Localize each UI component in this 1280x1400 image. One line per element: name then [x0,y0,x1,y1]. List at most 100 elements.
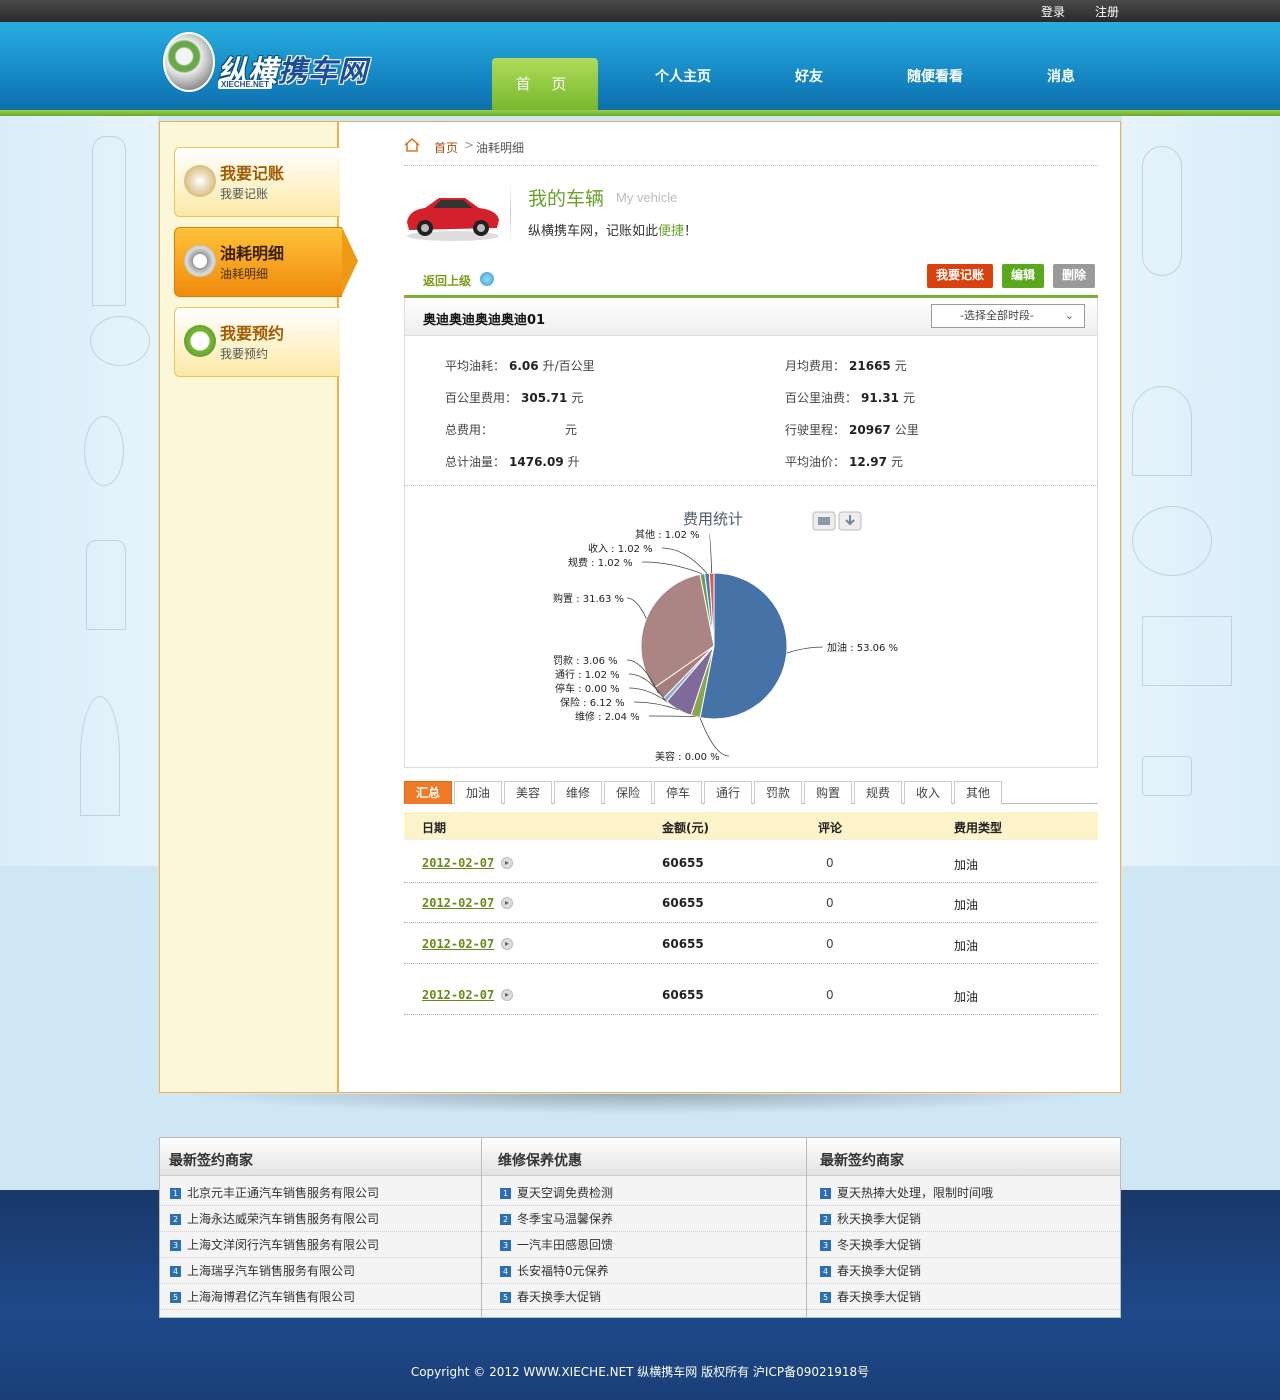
pie-label: 停车 : 0.00 % [555,682,620,695]
stat-label: 总费用： [445,423,494,437]
nav-browse[interactable]: 随便看看 [907,66,963,86]
footer-link[interactable]: 5 春天换季大促销 [482,1284,806,1310]
stat-label: 平均油耗： [445,359,506,373]
footer-link[interactable]: 2 秋天换季大促销 [807,1206,1120,1232]
pie-label: 维修 : 2.04 % [575,710,640,723]
tab-7[interactable]: 罚款 [754,781,802,804]
sidebar-item-fuel-detail[interactable]: 油耗明细 油耗明细 [174,227,342,297]
row-type: 加油 [954,898,979,912]
phonebooth-doodle-icon [86,540,126,630]
logo-icon[interactable] [163,32,215,92]
footer-link[interactable]: 2 冬季宝马温馨保养 [482,1206,806,1232]
slogan-text: 纵横携车网，记账如此 [528,224,659,239]
footer-link[interactable]: 5 上海海博君亿汽车销售有限公司 [160,1284,481,1310]
tab-0[interactable]: 汇总 [404,781,452,804]
row-comments: 0 [826,856,834,870]
add-record-button[interactable]: 我要记账 [927,264,993,288]
footer-link-text: 上海瑞孚汽车销售服务有限公司 [187,1264,356,1278]
pie-label-connector [661,547,708,574]
footer-link[interactable]: 5 春天换季大促销 [807,1284,1120,1310]
chevron-down-icon: ⌄ [1064,309,1074,322]
footer-link[interactable]: 2 上海永达威荣汽车销售服务有限公司 [160,1206,481,1232]
tab-4[interactable]: 保险 [604,781,652,804]
tab-9[interactable]: 规费 [854,781,902,804]
edit-button[interactable]: 编辑 [1002,264,1044,288]
nav-personal[interactable]: 个人主页 [655,66,711,86]
row-date-link[interactable]: 2012-02-07 [422,896,494,910]
row-date-link[interactable]: 2012-02-07 [422,937,494,951]
pie-label-connector [708,533,713,574]
play-arrow-icon[interactable]: ▸ [501,938,513,950]
row-type: 加油 [954,939,979,953]
play-arrow-icon[interactable]: ▸ [501,897,513,909]
download-icon[interactable] [838,511,862,531]
register-link[interactable]: 注册 [1095,3,1119,20]
footer-link[interactable]: 4 上海瑞孚汽车销售服务有限公司 [160,1258,481,1284]
pie-label: 其他 : 1.02 % [635,528,700,541]
footer-link[interactable]: 4 春天换季大促销 [807,1258,1120,1284]
tab-1[interactable]: 加油 [454,781,502,804]
stat-unit: 元 [890,455,903,469]
nav-home[interactable]: 首 页 [492,58,598,110]
stat-unit: 公里 [894,423,919,437]
pie-label: 加油 : 53.06 % [827,641,898,654]
footer-link-text: 北京元丰正通汽车销售服务有限公司 [187,1186,380,1200]
rocket-doodle-icon [1142,146,1182,276]
stat-label: 行驶里程： [785,423,846,437]
speech-bubble-icon [90,316,150,366]
sidebar-item-appointment[interactable]: 我要预约 我要预约 [174,307,340,377]
clock-icon [184,325,216,357]
panel-shadow [180,1094,1100,1114]
umbrella-girl-doodle-icon [80,696,120,816]
login-link[interactable]: 登录 [1041,3,1065,20]
footer-link[interactable]: 3 冬天换季大促销 [807,1232,1120,1258]
footer-link[interactable]: 1 夏天空调免费检测 [482,1180,806,1206]
breadcrumb-home[interactable]: 首页 [434,139,458,156]
footer-link-text: 上海永达威荣汽车销售服务有限公司 [187,1212,380,1226]
arrow-up-icon[interactable] [480,272,494,286]
sidebar-item-title: 我要预约 [220,324,285,343]
footer-link[interactable]: 4 长安福特0元保养 [482,1258,806,1284]
tab-8[interactable]: 购置 [804,781,852,804]
home-icon[interactable] [404,138,420,152]
tab-2[interactable]: 美容 [504,781,552,804]
vehicle-divider [510,182,511,242]
delete-button[interactable]: 删除 [1053,264,1095,288]
tab-3[interactable]: 维修 [554,781,602,804]
tab-11[interactable]: 其他 [954,781,1002,804]
back-link[interactable]: 返回上级 [423,272,471,289]
header-divider [0,110,1280,116]
list-number-icon: 4 [820,1266,831,1277]
footer-link[interactable]: 1 夏天热捧大处理，限制时间哦 [807,1180,1120,1206]
row-date-link[interactable]: 2012-02-07 [422,856,494,870]
tab-5[interactable]: 停车 [654,781,702,804]
footer-link[interactable]: 3 上海文洋闵行汽车销售服务有限公司 [160,1232,481,1258]
play-arrow-icon[interactable]: ▸ [501,989,513,1001]
list-number-icon: 5 [170,1292,181,1303]
vehicle-title-en: My vehicle [616,190,678,205]
footer-link[interactable]: 3 一汽丰田感恩回馈 [482,1232,806,1258]
play-arrow-icon[interactable]: ▸ [501,857,513,869]
footer-link-text: 春天换季大促销 [837,1290,922,1304]
stats-panel: 平均油耗： 6.06 升/百公里 月均费用： 21665 元 百公里费用： 305.71 元… [404,336,1098,486]
pie-label: 购置 : 31.63 % [553,592,624,605]
stat-mileage: 行驶里程： 20967 公里 [785,421,919,438]
tab-6[interactable]: 通行 [704,781,752,804]
print-icon[interactable] [812,511,836,531]
sidebar-item-sub: 油耗明细 [220,267,269,281]
side-decoration-right [1122,116,1280,866]
footer-col-title: 维修保养优惠 [482,1138,806,1176]
sidebar-item-record[interactable]: 我要记账 我要记账 [174,147,340,217]
nav-friends[interactable]: 好友 [795,66,823,86]
period-select[interactable]: -选择全部时段- ⌄ [931,304,1085,328]
stat-value: 91.31 [861,391,899,405]
nav-messages[interactable]: 消息 [1047,66,1075,86]
row-date-link[interactable]: 2012-02-07 [422,988,494,1002]
footer-links-panel: 最新签约商家 1 北京元丰正通汽车销售服务有限公司 2 上海永达威荣汽车销售服务有限… [159,1137,1121,1318]
list-number-icon: 1 [500,1188,511,1199]
tab-10[interactable]: 收入 [904,781,952,804]
tower-doodle-icon [92,136,126,306]
footer-link-text: 长安福特0元保养 [517,1264,609,1278]
chart-title: 费用统计 [683,510,743,528]
footer-link[interactable]: 1 北京元丰正通汽车销售服务有限公司 [160,1180,481,1206]
